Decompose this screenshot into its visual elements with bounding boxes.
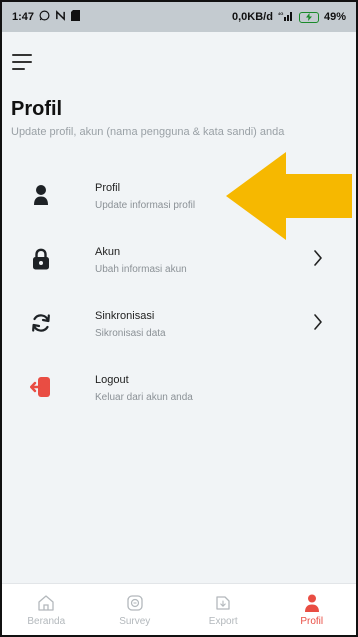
hamburger-line <box>12 61 32 63</box>
nav-item-profil[interactable]: Profil <box>268 584 357 635</box>
user-icon <box>304 594 319 612</box>
menu-item-sinkronisasi[interactable]: Sinkronisasi Sikronisasi data <box>2 306 356 356</box>
nav-label: Export <box>208 615 238 627</box>
page-title: Profil <box>11 98 63 120</box>
nfc-icon <box>55 10 66 24</box>
chevron-right-icon <box>310 248 326 268</box>
nav-label: Survey <box>119 615 151 627</box>
hamburger-line <box>12 68 25 70</box>
logout-icon <box>30 376 52 398</box>
hamburger-line <box>12 54 32 56</box>
sync-icon <box>30 312 52 334</box>
battery-level: 49% <box>323 11 346 23</box>
status-left: 1:47 <box>12 10 81 24</box>
menu-item-title: Logout <box>95 374 129 386</box>
bottom-nav: Beranda Survey Export Profil <box>2 583 356 635</box>
battery-charging-icon <box>298 11 319 23</box>
home-icon <box>38 594 54 611</box>
user-icon <box>30 184 52 206</box>
nav-label: Beranda <box>27 615 66 627</box>
status-bar: 1:47 0,0KB/d 4G 49% <box>2 2 356 32</box>
hamburger-icon[interactable] <box>12 54 32 70</box>
nav-item-beranda[interactable]: Beranda <box>2 584 91 635</box>
menu-item-title: Sinkronisasi <box>95 310 155 322</box>
menu-item-desc: Ubah informasi akun <box>95 264 187 275</box>
menu-item-desc: Sikronisasi data <box>95 328 166 339</box>
menu-item-akun[interactable]: Akun Ubah informasi akun <box>2 242 356 292</box>
svg-text:4G: 4G <box>278 11 283 16</box>
app-screen: 1:47 0,0KB/d 4G 49% Profil Update profil… <box>0 0 358 637</box>
network-speed: 0,0KB/d <box>232 11 273 23</box>
survey-icon <box>127 594 143 611</box>
status-time: 1:47 <box>12 11 35 23</box>
menu-item-title: Profil <box>95 182 121 194</box>
page-subtitle: Update profil, akun (nama pengguna & kat… <box>11 126 285 138</box>
lock-icon <box>30 248 52 270</box>
nav-label: Profil <box>300 615 324 627</box>
sd-card-icon <box>71 10 81 24</box>
status-right: 0,0KB/d 4G 49% <box>232 10 346 24</box>
signal-icon: 4G <box>278 10 294 24</box>
menu-item-title: Akun <box>95 246 121 258</box>
whatsapp-icon <box>39 10 50 24</box>
nav-item-export[interactable]: Export <box>179 584 268 635</box>
chevron-right-icon <box>310 312 326 332</box>
export-icon <box>216 595 230 610</box>
menu-item-logout[interactable]: Logout Keluar dari akun anda <box>2 370 356 420</box>
menu-item-desc: Update informasi profil <box>95 200 196 211</box>
menu-item-desc: Keluar dari akun anda <box>95 392 193 403</box>
nav-item-survey[interactable]: Survey <box>91 584 180 635</box>
annotation-arrow-icon <box>226 152 352 240</box>
